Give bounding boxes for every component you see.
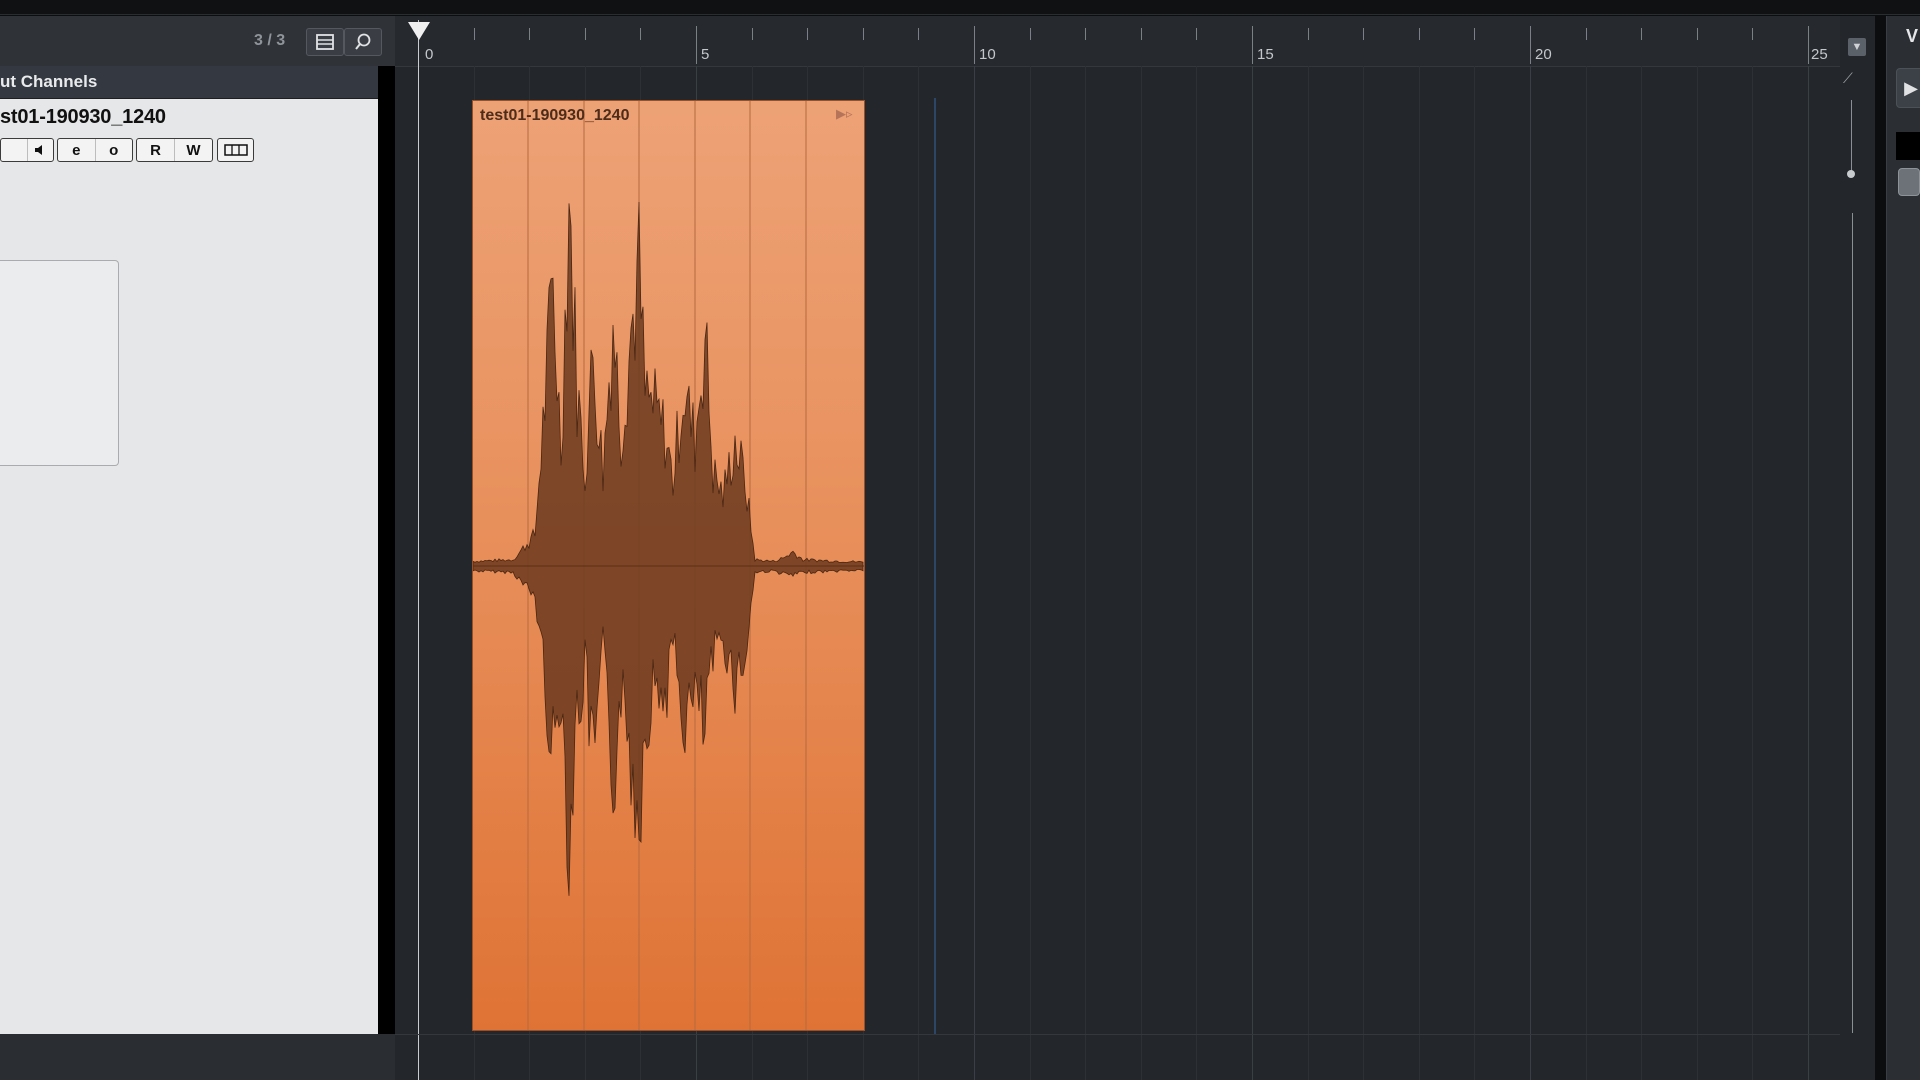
track-name[interactable]: st01-190930_1240	[0, 106, 166, 129]
right-play-button[interactable]: ▶	[1896, 68, 1920, 108]
speaker-button[interactable]	[26, 139, 54, 161]
right-panel-meter	[1896, 132, 1920, 160]
ruler-minor-tick	[807, 28, 808, 40]
grid-line-minor	[1697, 66, 1698, 1080]
edit-monitor-group[interactable]: e o	[57, 138, 133, 162]
grid-line-minor	[1474, 66, 1475, 1080]
zoom-dropdown-icon: ▼	[1851, 41, 1863, 53]
search-button[interactable]	[344, 28, 382, 56]
playhead-marker[interactable]	[408, 22, 430, 40]
ruler-minor-tick	[1586, 28, 1587, 40]
zoom-dropdown-button[interactable]: ▼	[1848, 38, 1866, 56]
track-panel-edge	[378, 66, 395, 1034]
ruler-minor-tick	[1363, 28, 1364, 40]
audio-track-header[interactable]	[0, 99, 378, 1034]
ruler-minor-tick	[863, 28, 864, 40]
audio-event-name: test01-190930_1240	[480, 107, 630, 124]
grid-line-major	[1252, 66, 1253, 1080]
grid-line-minor	[1196, 66, 1197, 1080]
grid-line-major	[1530, 66, 1531, 1080]
grid-line-minor	[1586, 66, 1587, 1080]
track-panel-footer	[0, 1034, 395, 1080]
ruler-label-25: 25	[1811, 46, 1828, 63]
grid-line-minor	[1641, 66, 1642, 1080]
ruler-label-15: 15	[1257, 46, 1274, 63]
ruler-minor-tick	[1308, 28, 1309, 40]
project-end-marker	[934, 98, 936, 1034]
edit-button[interactable]: e	[58, 139, 95, 161]
vertical-scrollbar[interactable]	[1852, 213, 1853, 1033]
track-bottom-border	[395, 1034, 1875, 1035]
mute-solo-group[interactable]	[0, 138, 54, 162]
ruler-minor-tick	[474, 28, 475, 40]
panel-divider	[1875, 16, 1886, 1080]
ruler-major-tick	[1808, 26, 1809, 64]
time-ruler[interactable]	[395, 16, 1875, 67]
top-bar	[0, 0, 1920, 15]
grid-line-minor	[1141, 66, 1142, 1080]
zoom-slider-thumb[interactable]	[1847, 170, 1855, 178]
waveform	[473, 101, 864, 1030]
ruler-minor-tick	[1641, 28, 1642, 40]
ruler-minor-tick	[752, 28, 753, 40]
speaker-icon	[35, 145, 43, 155]
ruler-minor-tick	[918, 28, 919, 40]
ruler-major-tick	[1530, 26, 1531, 64]
track-picture-area	[0, 260, 119, 466]
folder-track-label: ut Channels	[0, 72, 98, 91]
ruler-minor-tick	[1085, 28, 1086, 40]
ruler-major-tick	[974, 26, 975, 64]
ruler-minor-tick	[1474, 28, 1475, 40]
monitor-button[interactable]: o	[94, 139, 133, 161]
grid-line-minor	[1085, 66, 1086, 1080]
playhead-line	[418, 20, 419, 1080]
grid-line-minor	[1752, 66, 1753, 1080]
ruler-major-tick	[1252, 26, 1253, 64]
lanes-button[interactable]	[217, 138, 254, 162]
ruler-label-20: 20	[1535, 46, 1552, 63]
ruler-major-tick	[696, 26, 697, 64]
ruler-minor-tick	[1141, 28, 1142, 40]
track-count: 3 / 3	[254, 32, 286, 49]
right-panel-label: V	[1906, 26, 1919, 46]
list-view-icon	[316, 34, 334, 50]
ruler-minor-tick	[1419, 28, 1420, 40]
write-button[interactable]: W	[174, 139, 212, 161]
right-panel-slider[interactable]	[1898, 168, 1920, 196]
read-write-group[interactable]: R W	[136, 138, 213, 162]
ruler-label-5: 5	[701, 46, 710, 63]
grid-line-minor	[1308, 66, 1309, 1080]
grid-line-major	[974, 66, 975, 1080]
grid-line-minor	[1363, 66, 1364, 1080]
pencil-icon[interactable]: ⟋	[1843, 70, 1853, 87]
list-view-button[interactable]	[306, 28, 344, 56]
vertical-zoom-column	[1840, 16, 1875, 1080]
read-button[interactable]: R	[137, 139, 174, 161]
ruler-minor-tick	[529, 28, 530, 40]
grid-line-minor	[1030, 66, 1031, 1080]
zoom-slider-track[interactable]	[1851, 100, 1852, 175]
grid-line-minor	[918, 66, 919, 1080]
ruler-minor-tick	[1752, 28, 1753, 40]
waveform-shape	[473, 201, 864, 896]
play-icon: ▶	[1904, 77, 1918, 98]
lanes-icon	[223, 144, 248, 156]
search-icon	[355, 33, 371, 50]
ruler-minor-tick	[585, 28, 586, 40]
ruler-label-0: 0	[425, 46, 434, 63]
ruler-minor-tick	[640, 28, 641, 40]
event-play-icon: ▶▹	[836, 106, 853, 121]
ruler-minor-tick	[1697, 28, 1698, 40]
grid-line-minor	[1419, 66, 1420, 1080]
audio-event[interactable]	[472, 100, 865, 1031]
ruler-label-10: 10	[979, 46, 996, 63]
ruler-minor-tick	[1196, 28, 1197, 40]
ruler-minor-tick	[1030, 28, 1031, 40]
solo-button[interactable]	[1, 139, 27, 161]
grid-line-major	[1808, 66, 1809, 1080]
